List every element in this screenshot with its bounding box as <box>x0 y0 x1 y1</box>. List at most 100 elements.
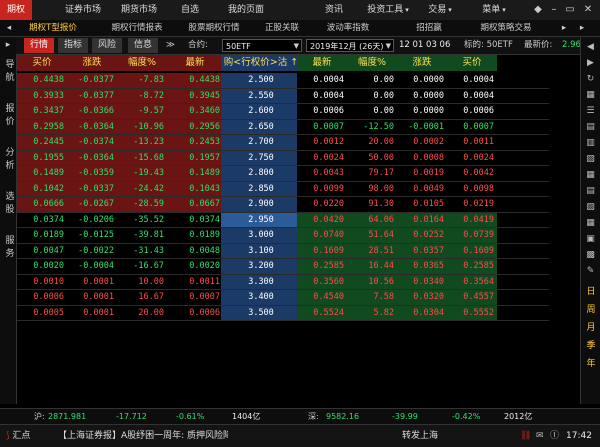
call-cell[interactable]: -16.67 <box>117 259 167 274</box>
contract-select[interactable]: 50ETF ▼ <box>222 39 302 52</box>
menu-tools[interactable]: 投资工具 ▾ <box>364 0 412 20</box>
put-cell[interactable]: 0.0164 <box>397 212 447 228</box>
put-cell[interactable]: 0.0042 <box>447 166 497 181</box>
call-cell[interactable]: -0.0359 <box>67 166 117 181</box>
call-cell[interactable]: 0.0047 <box>17 243 67 259</box>
put-cell[interactable]: 0.3564 <box>447 274 497 290</box>
put-cell[interactable]: 0.0008 <box>397 150 447 166</box>
put-cell[interactable]: 0.0739 <box>447 228 497 243</box>
tab-stock-option-quote[interactable]: 股票期权行情 <box>178 20 250 36</box>
call-cell[interactable]: -0.0364 <box>67 119 117 135</box>
call-cell[interactable]: -39.81 <box>117 228 167 243</box>
put-cell[interactable]: 0.0105 <box>397 197 447 212</box>
put-cell[interactable]: 0.0220 <box>297 197 347 212</box>
menu-securities[interactable]: 证券市场 <box>62 0 104 20</box>
call-cell[interactable]: -0.0004 <box>67 259 117 274</box>
call-cell[interactable]: 0.2956 <box>167 119 223 135</box>
put-cell[interactable]: 20.00 <box>347 135 397 150</box>
put-header-0[interactable]: 最新 <box>297 55 347 71</box>
put-cell[interactable]: 0.0024 <box>447 150 497 166</box>
call-cell[interactable]: 0.0007 <box>167 290 223 305</box>
strike-cell[interactable]: 2.600 <box>221 104 301 119</box>
strike-cell[interactable]: 2.950 <box>221 212 301 228</box>
put-cell[interactable]: 0.0252 <box>397 228 447 243</box>
strike-cell[interactable]: 3.400 <box>221 290 301 305</box>
strike-cell[interactable]: 2.900 <box>221 197 301 212</box>
call-cell[interactable]: 0.1043 <box>167 181 223 197</box>
call-cell[interactable]: -0.0377 <box>67 88 117 104</box>
tab-nav-right-end[interactable]: ▸ <box>578 20 586 36</box>
call-cell[interactable]: -24.42 <box>117 181 167 197</box>
message-icon[interactable]: ✉ <box>536 425 544 447</box>
call-cell[interactable]: 0.1489 <box>167 166 223 181</box>
edit-icon[interactable]: ✎ <box>584 265 597 277</box>
call-cell[interactable]: 0.0001 <box>67 305 117 321</box>
put-cell[interactable]: 0.0219 <box>447 197 497 212</box>
call-cell[interactable]: 10.00 <box>117 274 167 290</box>
put-cell[interactable]: 0.0740 <box>297 228 347 243</box>
period-year[interactable]: 年 <box>584 357 598 371</box>
call-header-3[interactable]: 最新 <box>167 55 223 71</box>
call-cell[interactable]: -0.0366 <box>67 104 117 119</box>
put-cell[interactable]: 0.0340 <box>397 274 447 290</box>
call-cell[interactable]: 0.0001 <box>67 290 117 305</box>
call-cell[interactable]: 0.1042 <box>17 181 67 197</box>
strike-cell[interactable]: 3.300 <box>221 274 301 290</box>
tab-risk[interactable]: 风险 <box>92 38 122 53</box>
put-cell[interactable]: 0.00 <box>347 88 397 104</box>
put-cell[interactable]: 0.0304 <box>397 305 447 321</box>
strike-cell[interactable]: 3.000 <box>221 228 301 243</box>
put-cell[interactable]: 5.82 <box>347 305 397 321</box>
report-icon[interactable]: ▤ <box>584 185 597 197</box>
call-cell[interactable]: 0.0020 <box>167 259 223 274</box>
put-cell[interactable]: 0.0007 <box>297 119 347 135</box>
call-header-0[interactable]: 买价 <box>17 55 67 71</box>
period-day[interactable]: 日 <box>584 285 598 299</box>
sidebar-toggle[interactable]: ▸ <box>0 39 16 52</box>
call-cell[interactable]: 0.0011 <box>167 274 223 290</box>
put-cell[interactable]: 0.0365 <box>397 259 447 274</box>
put-header-3[interactable]: 买价 <box>447 55 497 71</box>
put-cell[interactable]: 0.0357 <box>397 243 447 259</box>
strike-cell[interactable]: 2.750 <box>221 150 301 166</box>
put-cell[interactable]: 0.3560 <box>297 274 347 290</box>
call-cell[interactable]: -19.43 <box>117 166 167 181</box>
transfer-shanghai-link[interactable]: 转发上海 <box>402 425 438 447</box>
put-cell[interactable]: 0.0099 <box>297 181 347 197</box>
put-cell[interactable]: 0.0006 <box>447 104 497 119</box>
put-cell[interactable]: 91.30 <box>347 197 397 212</box>
menu-trade[interactable]: 交易 ▾ <box>424 0 456 20</box>
calendar-icon[interactable]: ▦ <box>584 217 597 229</box>
put-cell[interactable]: 0.0006 <box>297 104 347 119</box>
call-cell[interactable]: 0.2453 <box>167 135 223 150</box>
call-cell[interactable]: 0.4438 <box>167 73 223 88</box>
put-cell[interactable]: 0.00 <box>347 73 397 88</box>
strike-cell[interactable]: 2.800 <box>221 166 301 181</box>
put-cell[interactable]: 0.0420 <box>297 212 347 228</box>
call-cell[interactable]: 0.0374 <box>167 212 223 228</box>
strike-cell[interactable]: 2.850 <box>221 181 301 197</box>
tab-quote[interactable]: 行情 <box>24 38 54 53</box>
menu-main[interactable]: 菜单 ▾ <box>478 0 510 20</box>
tab-zhaozhaoying[interactable]: 招招赢 <box>412 20 446 36</box>
period-quarter[interactable]: 季 <box>584 339 598 353</box>
call-cell[interactable]: -13.23 <box>117 135 167 150</box>
put-cell[interactable]: 0.0049 <box>397 181 447 197</box>
call-cell[interactable]: 0.0006 <box>17 290 67 305</box>
call-cell[interactable]: -0.0022 <box>67 243 117 259</box>
put-cell[interactable]: 64.06 <box>347 212 397 228</box>
refresh-icon[interactable]: ↻ <box>584 73 597 85</box>
call-cell[interactable]: 0.3933 <box>17 88 67 104</box>
call-cell[interactable]: 0.4438 <box>17 73 67 88</box>
close-icon[interactable]: ✕ <box>580 0 596 20</box>
put-cell[interactable]: 16.44 <box>347 259 397 274</box>
put-cell[interactable]: 0.0024 <box>297 150 347 166</box>
tab-indicator[interactable]: 指标 <box>58 38 88 53</box>
maximize-icon[interactable]: ▭ <box>562 0 578 20</box>
settings-icon[interactable]: ▩ <box>584 249 597 261</box>
put-cell[interactable]: 28.51 <box>347 243 397 259</box>
call-cell[interactable]: -0.0377 <box>67 73 117 88</box>
call-cell[interactable]: 16.67 <box>117 290 167 305</box>
tab-strategy-trading[interactable]: 期权策略交易 <box>478 20 534 36</box>
put-cell[interactable]: 0.4540 <box>297 290 347 305</box>
